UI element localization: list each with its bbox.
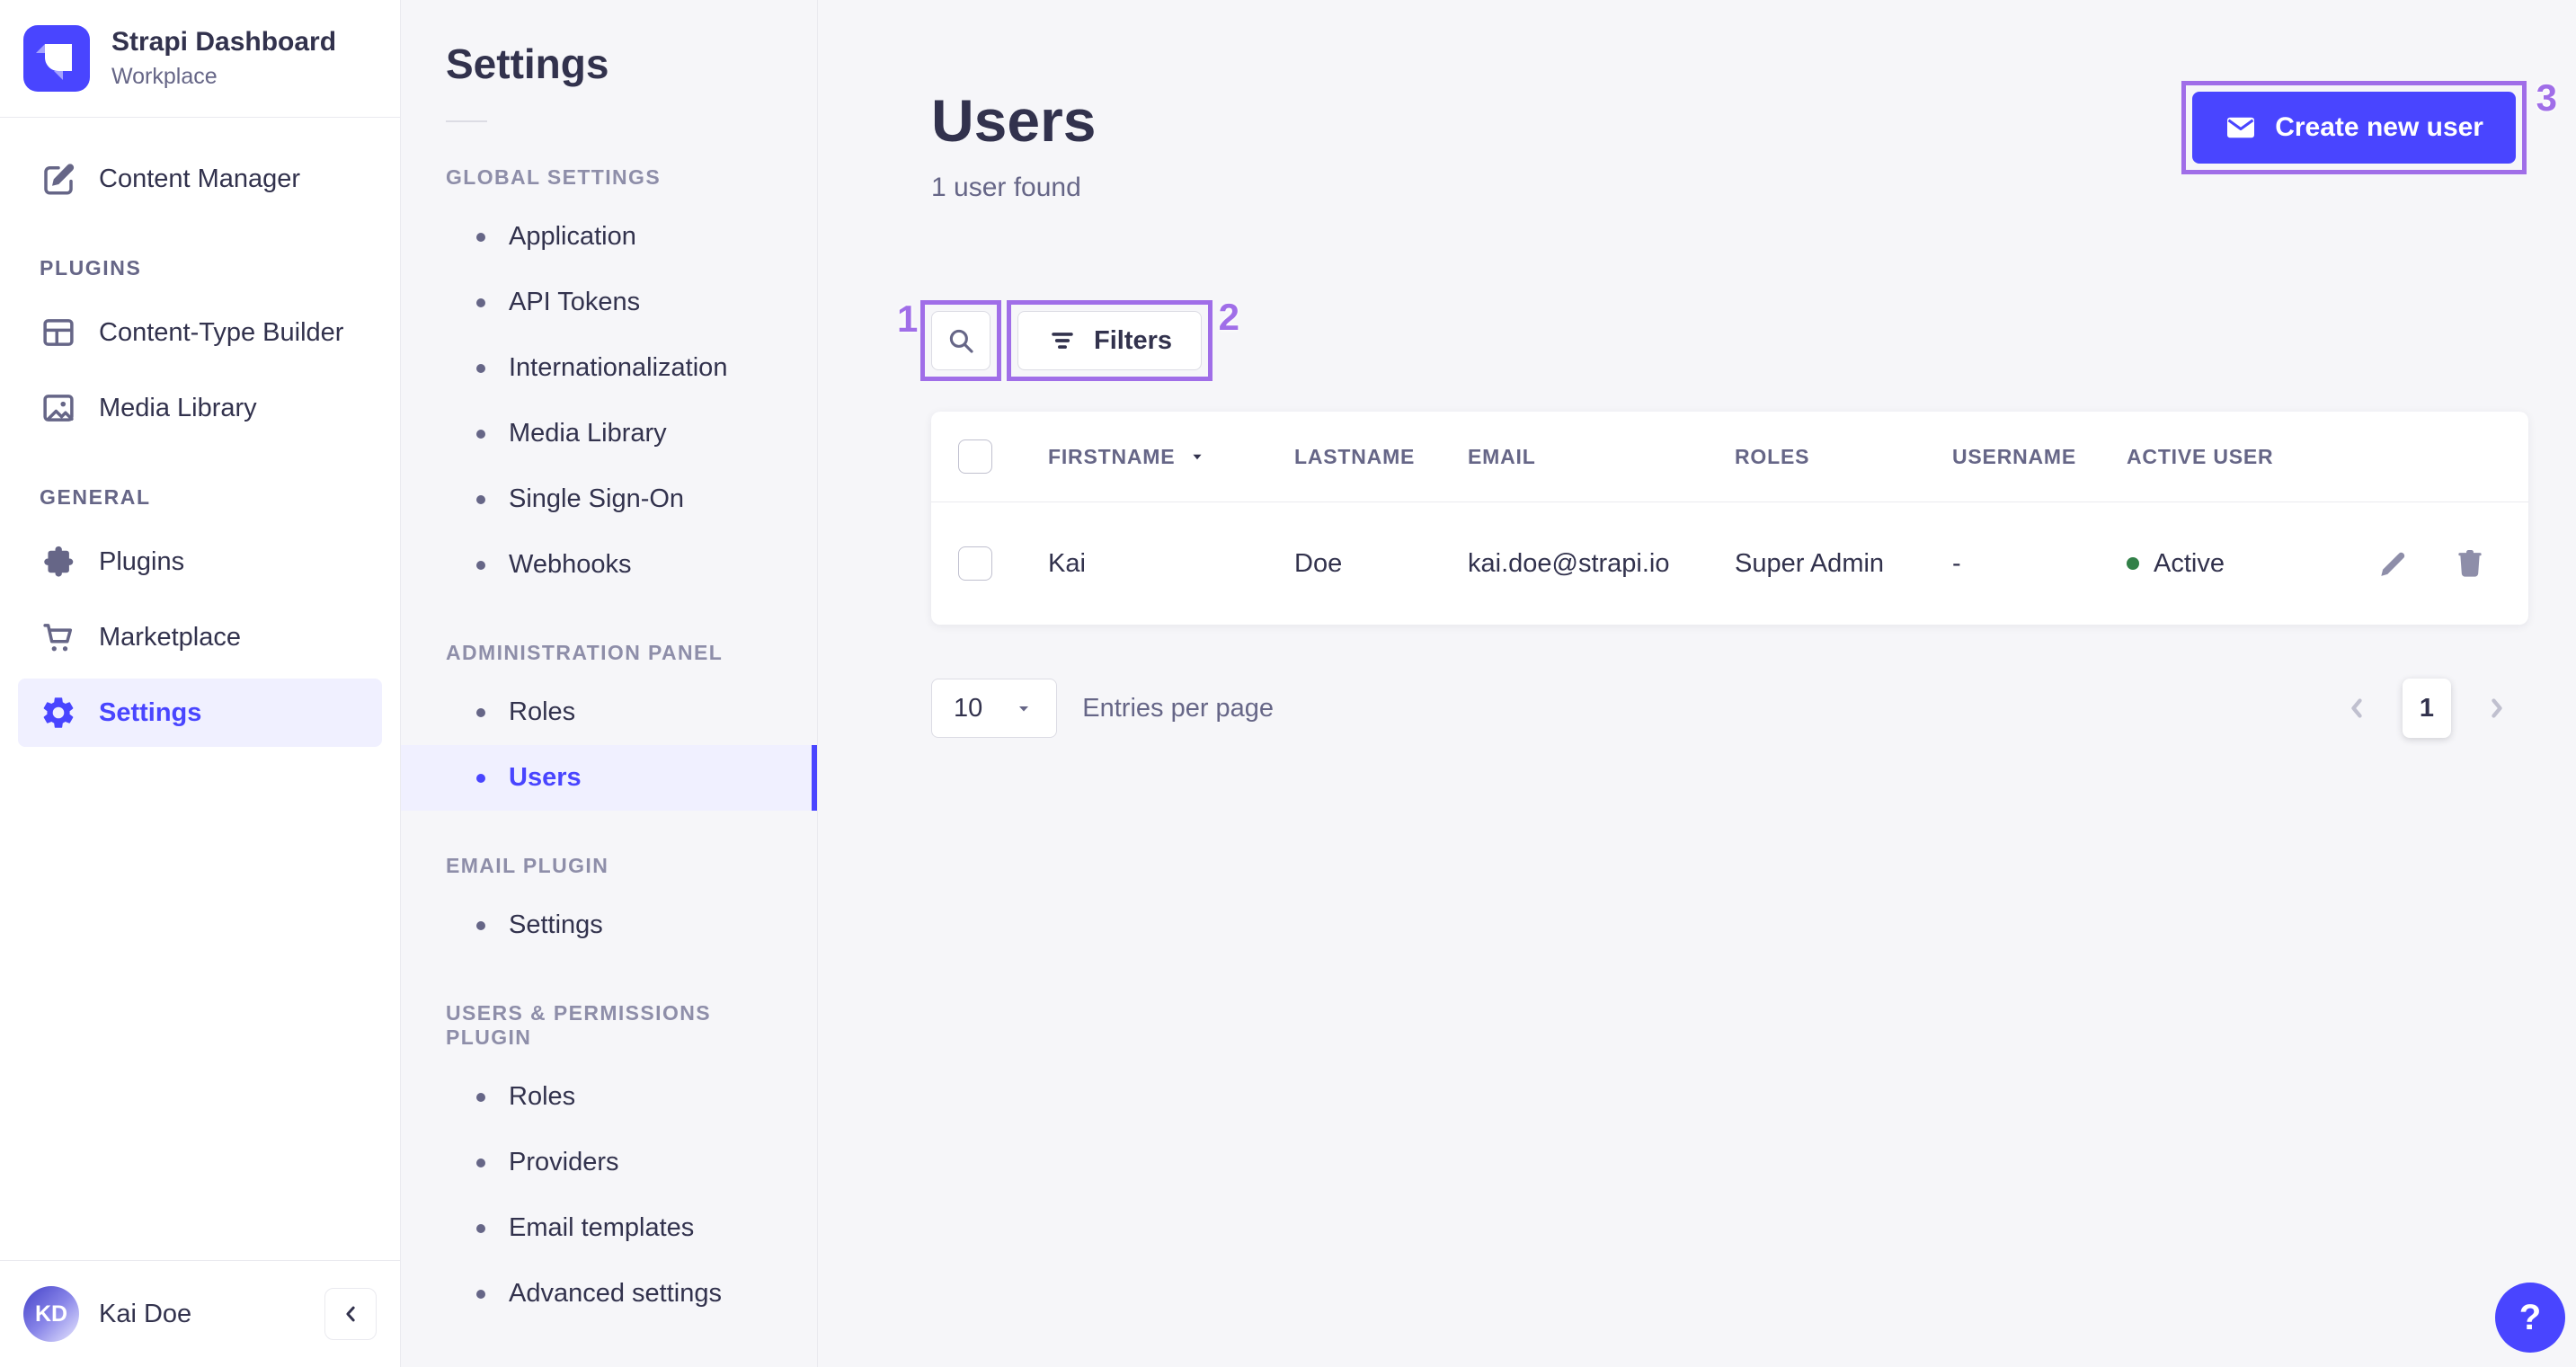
- settings-item-api-tokens[interactable]: API Tokens: [401, 270, 817, 335]
- cell-firstname: Kai: [1048, 548, 1086, 578]
- nav-item-media-library[interactable]: Media Library: [18, 374, 382, 442]
- chevron-right-icon: [2482, 693, 2512, 723]
- settings-sidebar: Settings GLOBAL SETTINGS Application API…: [401, 0, 818, 1367]
- section-email-plugin: EMAIL PLUGIN: [446, 854, 609, 877]
- collapse-sidebar-button[interactable]: [324, 1288, 377, 1340]
- users-table: FIRSTNAME LASTNAME EMAIL ROLES USERNAME …: [931, 412, 2528, 625]
- nav-item-label: Marketplace: [99, 622, 241, 652]
- nav-item-content-manager[interactable]: Content Manager: [18, 145, 382, 213]
- nav-section-general: GENERAL: [40, 485, 151, 509]
- puzzle-icon: [40, 543, 77, 581]
- sidebar-footer: KD Kai Doe: [0, 1260, 400, 1367]
- user-name: Kai Doe: [99, 1299, 192, 1328]
- column-header-lastname[interactable]: LASTNAME: [1294, 445, 1468, 469]
- settings-item-advanced-settings[interactable]: Advanced settings: [401, 1261, 817, 1327]
- cell-roles: Super Admin: [1735, 548, 1885, 578]
- nav-item-label: Media Library: [99, 393, 257, 422]
- divider: [446, 120, 487, 122]
- cell-username: -: [1952, 548, 1961, 578]
- filter-icon: [1047, 325, 1078, 356]
- table-row[interactable]: Kai Doe kai.doe@strapi.io Super Admin - …: [931, 502, 2528, 625]
- sort-caret-icon: [1187, 447, 1207, 466]
- nav-item-marketplace[interactable]: Marketplace: [18, 603, 382, 671]
- column-header-active-user[interactable]: ACTIVE USER: [2127, 445, 2328, 469]
- settings-item-media-library[interactable]: Media Library: [401, 401, 817, 466]
- column-header-firstname[interactable]: FIRSTNAME: [1048, 445, 1175, 469]
- entries-per-page-select[interactable]: 10: [931, 679, 1058, 738]
- search-icon: [946, 325, 976, 356]
- settings-item-email-templates[interactable]: Email templates: [401, 1195, 817, 1261]
- chevron-left-icon: [2341, 693, 2372, 723]
- filters-button[interactable]: Filters: [1017, 311, 1203, 370]
- page-title: Users: [931, 87, 1097, 154]
- app-title: Strapi Dashboard: [111, 27, 337, 57]
- nav-item-label: Settings: [99, 697, 202, 727]
- settings-item-up-roles[interactable]: Roles: [401, 1064, 817, 1130]
- cell-email: kai.doe@strapi.io: [1468, 548, 1670, 578]
- search-button[interactable]: [931, 311, 990, 370]
- annotation-label-1: 1: [897, 297, 919, 340]
- settings-item-internationalization[interactable]: Internationalization: [401, 335, 817, 401]
- nav-item-label: Content Manager: [99, 164, 301, 193]
- settings-item-admin-roles[interactable]: Roles: [401, 679, 817, 745]
- settings-item-application[interactable]: Application: [401, 204, 817, 270]
- user-avatar[interactable]: KD: [23, 1286, 79, 1342]
- nav-section-plugins: PLUGINS: [40, 256, 142, 280]
- create-new-user-button[interactable]: Create new user: [2192, 92, 2516, 164]
- settings-item-single-sign-on[interactable]: Single Sign-On: [401, 466, 817, 532]
- nav-item-label: Content-Type Builder: [99, 317, 344, 347]
- main-sidebar: Strapi Dashboard Workplace Content Manag…: [0, 0, 401, 1367]
- settings-item-webhooks[interactable]: Webhooks: [401, 532, 817, 598]
- workspace-brand[interactable]: Strapi Dashboard Workplace: [0, 0, 400, 118]
- main-nav: Content Manager PLUGINS Content-Type Bui…: [0, 118, 400, 1260]
- help-button[interactable]: ?: [2495, 1283, 2565, 1353]
- nav-item-settings[interactable]: Settings: [18, 679, 382, 747]
- column-header-username[interactable]: USERNAME: [1952, 445, 2127, 469]
- nav-item-label: Plugins: [99, 546, 185, 576]
- main-content: Users 1 user found Create new user 3 1 F…: [818, 0, 2576, 1367]
- status-badge: Active: [2127, 549, 2328, 579]
- cart-icon: [40, 618, 77, 656]
- delete-user-button[interactable]: [2449, 543, 2491, 584]
- envelope-icon: [2225, 111, 2257, 144]
- section-administration-panel: ADMINISTRATION PANEL: [446, 641, 724, 664]
- annotation-label-3: 3: [2536, 76, 2557, 119]
- cell-lastname: Doe: [1294, 548, 1343, 578]
- question-mark-icon: ?: [2518, 1297, 2542, 1337]
- row-checkbox[interactable]: [958, 546, 992, 581]
- nav-item-plugins[interactable]: Plugins: [18, 528, 382, 596]
- section-global-settings: GLOBAL SETTINGS: [446, 165, 662, 189]
- section-users-permissions-plugin: USERS & PERMISSIONS PLUGIN: [446, 1001, 711, 1049]
- caret-down-icon: [1013, 697, 1035, 719]
- active-status-dot: [2127, 557, 2139, 570]
- settings-item-admin-users[interactable]: Users: [401, 745, 817, 811]
- page-number-1[interactable]: 1: [2403, 679, 2451, 738]
- user-count: 1 user found: [931, 173, 1081, 202]
- column-header-email[interactable]: EMAIL: [1468, 445, 1735, 469]
- edit-user-button[interactable]: [2372, 543, 2413, 584]
- settings-title: Settings: [446, 40, 609, 87]
- image-icon: [40, 389, 77, 427]
- pencil-icon: [2376, 546, 2410, 581]
- gear-icon: [40, 694, 77, 732]
- annotation-label-2: 2: [1218, 296, 1240, 338]
- entries-per-page-label: Entries per page: [1082, 693, 1275, 723]
- select-all-checkbox[interactable]: [958, 439, 992, 474]
- settings-item-email-settings[interactable]: Settings: [401, 892, 817, 958]
- previous-page-button[interactable]: [2338, 689, 2376, 727]
- strapi-logo-icon: [23, 25, 90, 92]
- settings-item-providers[interactable]: Providers: [401, 1130, 817, 1195]
- trash-icon: [2453, 546, 2487, 581]
- chevron-left-icon: [337, 1300, 364, 1327]
- next-page-button[interactable]: [2478, 689, 2516, 727]
- nav-item-content-type-builder[interactable]: Content-Type Builder: [18, 298, 382, 367]
- table-header-row: FIRSTNAME LASTNAME EMAIL ROLES USERNAME …: [931, 412, 2528, 502]
- workspace-name: Workplace: [111, 64, 218, 89]
- layout-icon: [40, 314, 77, 351]
- pen-square-icon: [40, 160, 77, 198]
- column-header-roles[interactable]: ROLES: [1735, 445, 1952, 469]
